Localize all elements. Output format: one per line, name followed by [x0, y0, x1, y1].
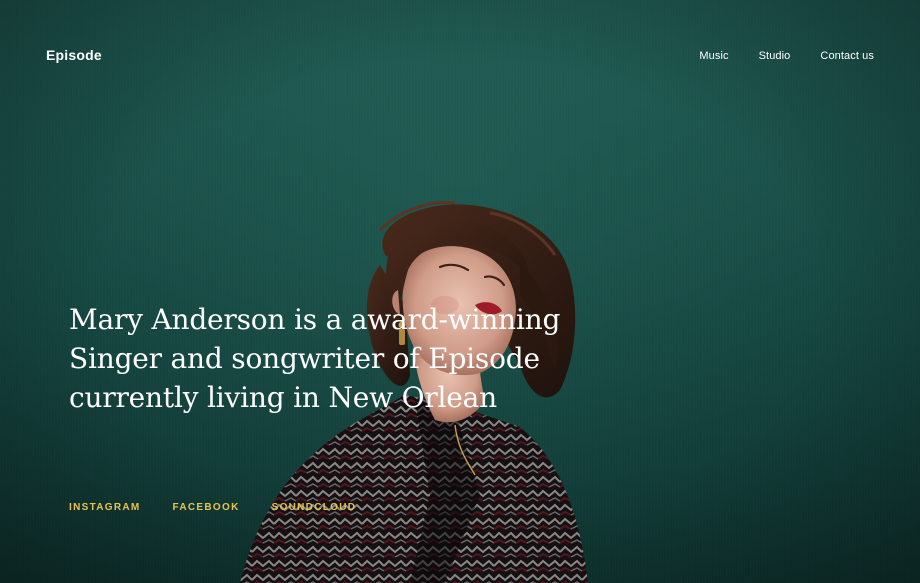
instagram-link[interactable]: INSTAGRAM	[69, 502, 141, 513]
facebook-link[interactable]: FACEBOOK	[173, 502, 240, 513]
site-logo[interactable]: Episode	[46, 47, 102, 63]
hero-section: Mary Anderson is a award-winning Singer …	[69, 300, 589, 417]
main-nav: Music Studio Contact us	[699, 50, 874, 62]
nav-link-contact-us[interactable]: Contact us	[820, 50, 874, 62]
landing-page: Episode Music Studio Contact us Mary And…	[0, 0, 920, 583]
nav-link-music[interactable]: Music	[699, 50, 728, 62]
nav-link-studio[interactable]: Studio	[759, 50, 791, 62]
social-links: INSTAGRAM FACEBOOK SOUNDCLOUD	[69, 502, 356, 513]
soundcloud-link[interactable]: SOUNDCLOUD	[272, 502, 357, 513]
hero-heading: Mary Anderson is a award-winning Singer …	[69, 303, 561, 414]
site-header: Episode Music Studio Contact us	[0, 0, 920, 112]
